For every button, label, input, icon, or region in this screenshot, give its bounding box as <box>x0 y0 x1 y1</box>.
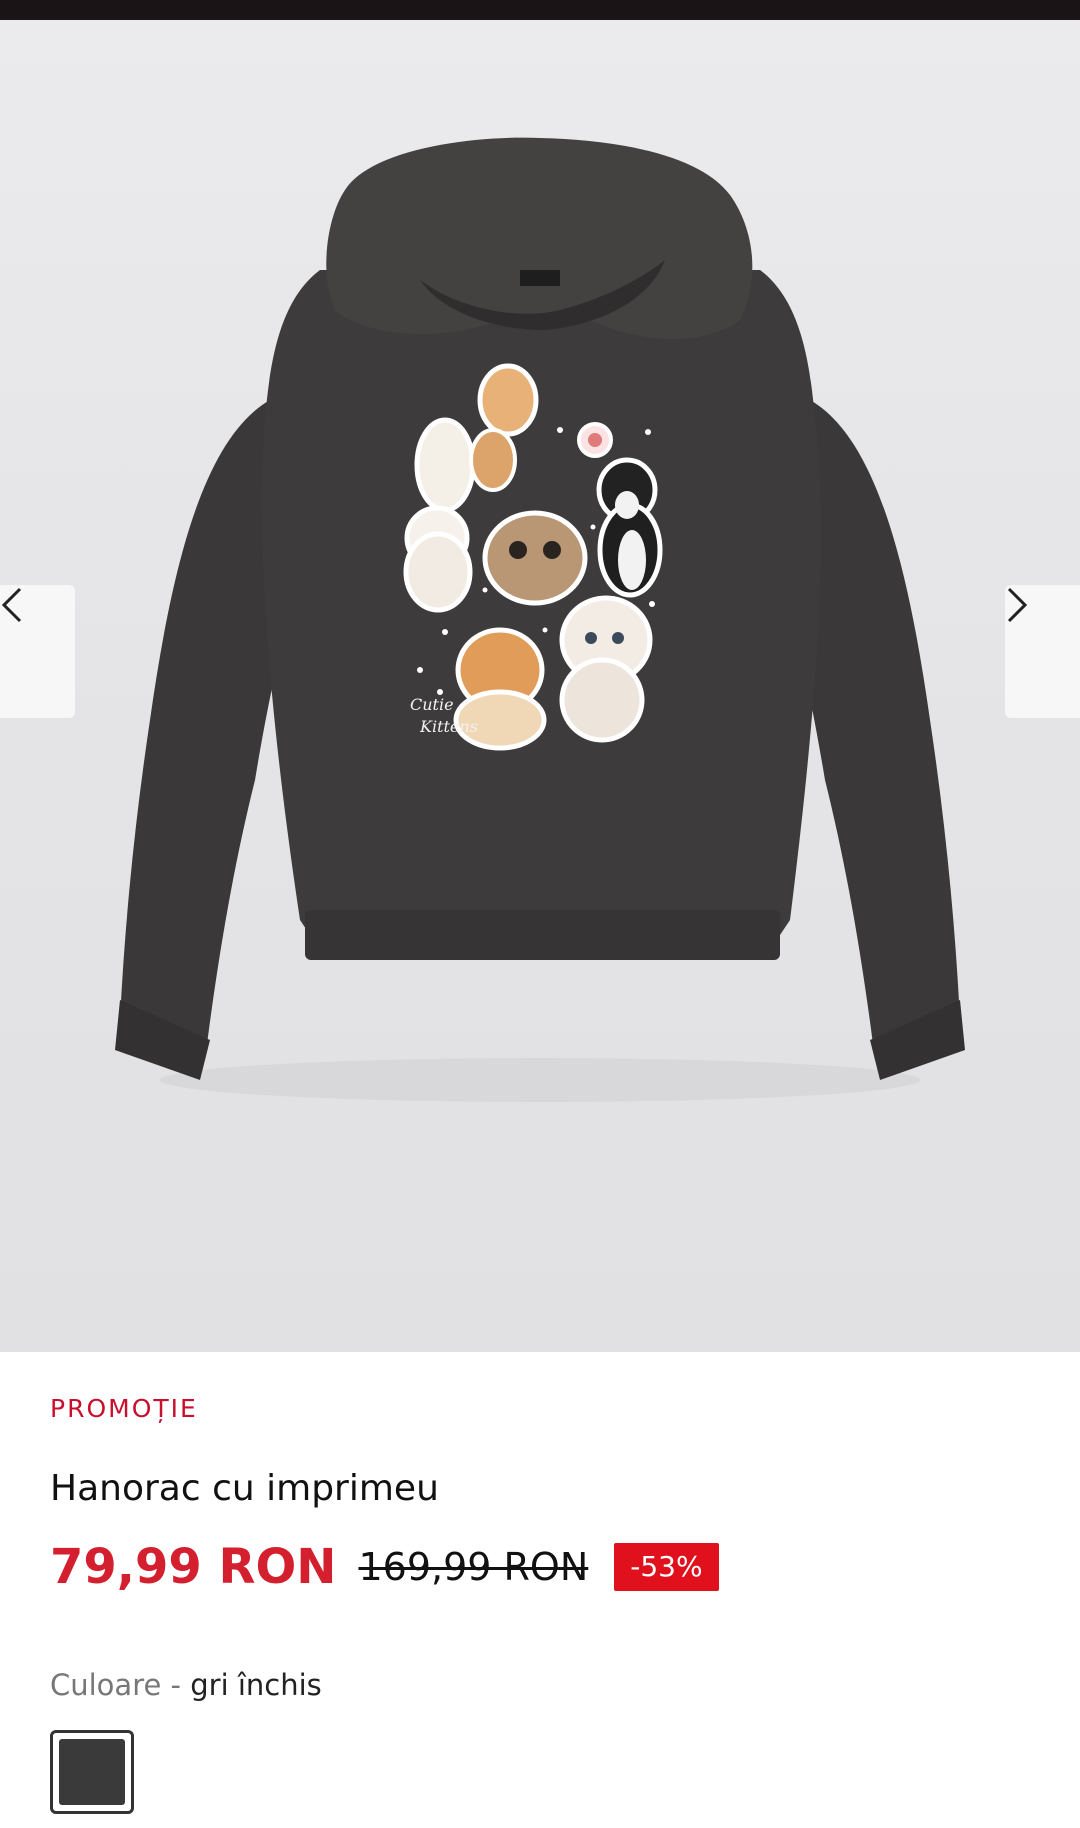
current-price: 79,99 RON <box>50 1539 337 1595</box>
product-info: PROMOȚIE Hanorac cu imprimeu 79,99 RON 1… <box>0 1352 1080 1828</box>
promo-badge: PROMOȚIE <box>50 1394 198 1423</box>
gallery-next-button[interactable] <box>1005 585 1080 718</box>
price-row: 79,99 RON 169,99 RON -53% <box>50 1536 719 1598</box>
discount-badge: -53% <box>614 1543 719 1591</box>
swatch-fill <box>59 1739 125 1805</box>
print-text-line1: Cutie <box>410 695 454 714</box>
color-separator: - <box>161 1668 191 1702</box>
color-label: Culoare <box>50 1668 162 1702</box>
original-price: 169,99 RON <box>358 1545 589 1589</box>
product-image-gallery[interactable]: Cutie Kittens <box>0 20 1080 1352</box>
color-selector-label: Culoare - gri închis <box>50 1668 322 1702</box>
hoodie-image: Cutie Kittens <box>115 137 965 1102</box>
top-status-bar <box>0 0 1080 20</box>
print-text-line2: Kittens <box>419 717 478 736</box>
product-title: Hanorac cu imprimeu <box>50 1468 439 1509</box>
color-value: gri închis <box>190 1668 322 1702</box>
color-swatch-dark-gray[interactable] <box>50 1730 134 1814</box>
gallery-prev-button[interactable] <box>0 585 75 718</box>
